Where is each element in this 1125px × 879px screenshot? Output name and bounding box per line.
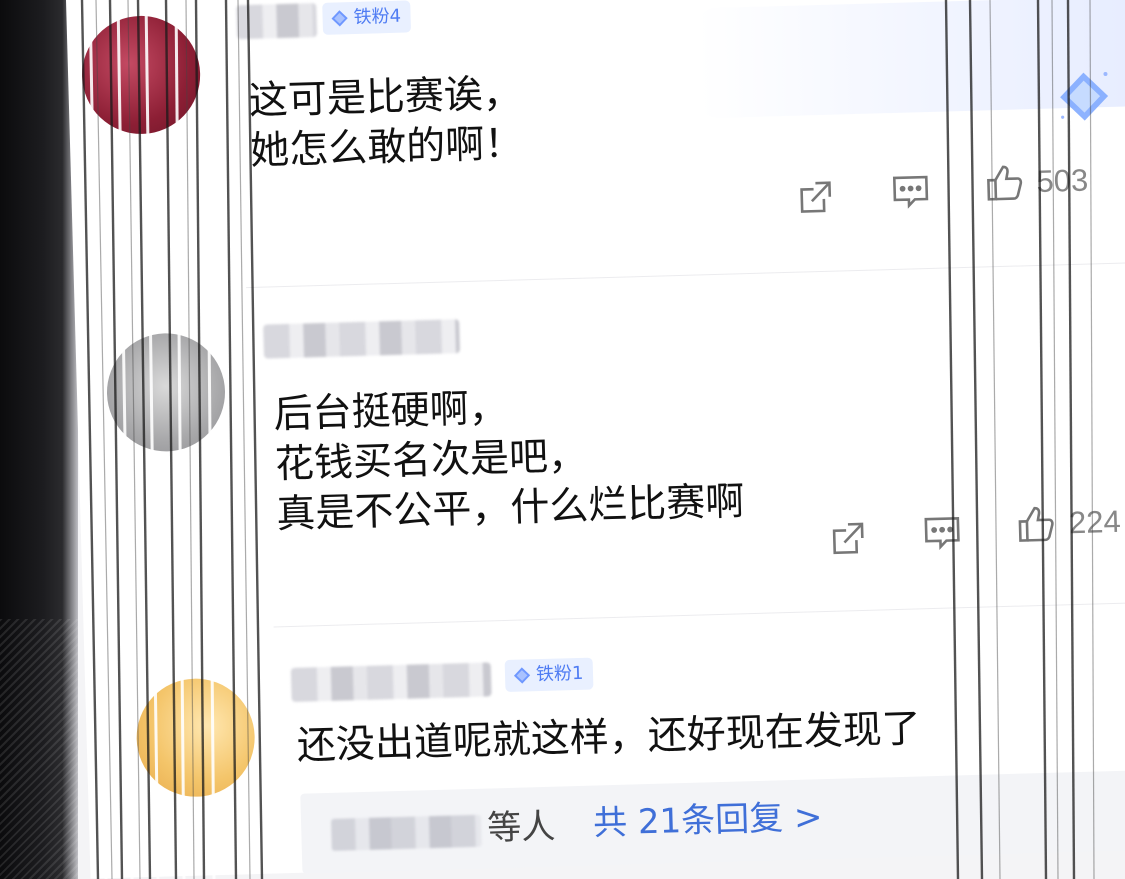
comment-list: 铁粉4 这可是比赛诶， 她怎么敢的啊！ 503 后台挺硬啊， 花钱买名次是吧， … — [66, 0, 1125, 879]
like-icon[interactable] — [983, 161, 1026, 204]
comment-icon[interactable] — [889, 170, 932, 213]
comment-text-line: 她怎么敢的啊！ — [249, 121, 524, 174]
comment-icon[interactable] — [921, 511, 964, 554]
username[interactable] — [236, 3, 318, 40]
badge-label: 铁粉1 — [535, 662, 584, 686]
fan-badge: 铁粉4 — [322, 0, 412, 35]
like-icon[interactable] — [1014, 503, 1057, 546]
phone-bezel — [0, 0, 78, 879]
reply-usernames — [330, 814, 482, 851]
username[interactable] — [290, 662, 492, 702]
badge-label: 铁粉4 — [353, 5, 402, 28]
divider — [246, 262, 1125, 289]
avatar[interactable] — [80, 14, 202, 136]
like-count: 224 — [1068, 503, 1122, 541]
comment-text-line: 后台挺硬啊， — [273, 385, 509, 438]
share-icon[interactable] — [793, 177, 836, 220]
avatar[interactable] — [105, 331, 227, 453]
reply-summary[interactable]: 等人 共 21条回复 > — [300, 770, 1125, 874]
reply-suffix: 等人 — [486, 806, 556, 849]
comment-text-line: 还没出道呢就这样，还好现在发现了 — [296, 706, 922, 769]
comment-text-line: 花钱买名次是吧， — [274, 433, 588, 488]
diamond-icon — [513, 667, 531, 684]
username[interactable] — [263, 319, 461, 359]
comment-text-line: 这可是比赛诶， — [248, 71, 523, 124]
share-icon[interactable] — [826, 518, 869, 561]
fan-badge: 铁粉1 — [504, 657, 594, 692]
diamond-icon — [1060, 72, 1109, 121]
avatar[interactable] — [135, 677, 257, 799]
diamond-icon — [331, 10, 348, 27]
divider — [273, 601, 1125, 628]
like-count: 503 — [1035, 162, 1089, 199]
view-replies-link[interactable]: 共 21条回复 > — [593, 795, 824, 845]
